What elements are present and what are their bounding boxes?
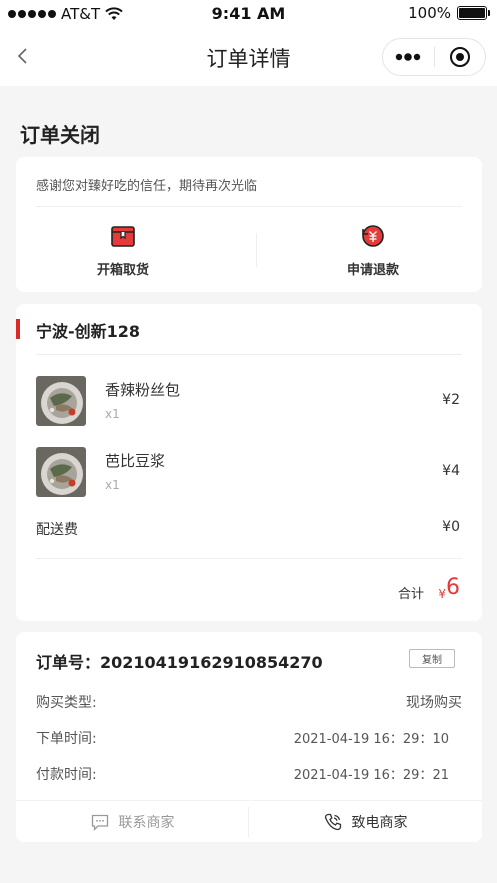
item-name: 芭比豆浆 bbox=[105, 452, 166, 470]
battery-percent: 100% bbox=[408, 4, 451, 22]
total-amount: 6 bbox=[446, 575, 460, 600]
purchase-type-value: 现场购买 bbox=[406, 695, 462, 711]
message-icon bbox=[91, 814, 108, 831]
target-circle-icon bbox=[449, 47, 470, 67]
divider bbox=[36, 354, 462, 355]
phone-icon bbox=[324, 813, 341, 831]
call-merchant-button[interactable]: 致电商家 bbox=[249, 801, 482, 843]
battery-icon bbox=[457, 6, 490, 20]
order-status-title: 订单关闭 bbox=[20, 123, 100, 147]
divider bbox=[36, 206, 462, 207]
delivery-fee-value: ¥0 bbox=[442, 519, 460, 535]
product-thumbnail bbox=[36, 376, 86, 426]
more-dots-icon bbox=[396, 53, 421, 61]
list-item: 芭比豆浆 x1 ¥4 bbox=[36, 447, 462, 499]
delivery-fee-label: 配送费 bbox=[36, 522, 78, 538]
open-box-pickup-label: 开箱取货 bbox=[96, 263, 149, 278]
item-name: 香辣粉丝包 bbox=[105, 381, 181, 399]
order-time-label: 下单时间: bbox=[36, 731, 97, 747]
refund-icon bbox=[362, 225, 384, 247]
list-item: 香辣粉丝包 x1 ¥2 bbox=[36, 376, 462, 428]
total-currency: ¥ bbox=[438, 587, 446, 601]
order-time-value: 2021-04-19 16：29：10 bbox=[293, 732, 449, 747]
box-icon bbox=[111, 226, 135, 247]
divider bbox=[36, 558, 462, 559]
item-quantity: x1 bbox=[105, 407, 120, 421]
contact-bar: 联系商家 致电商家 bbox=[16, 800, 482, 842]
navigation-bar: 订单详情 bbox=[0, 28, 497, 86]
item-price: ¥4 bbox=[442, 463, 460, 479]
product-thumbnail bbox=[36, 447, 86, 497]
item-quantity: x1 bbox=[105, 478, 120, 492]
action-divider bbox=[256, 233, 257, 267]
contact-merchant-button[interactable]: 联系商家 bbox=[16, 801, 249, 843]
purchase-type-label: 购买类型: bbox=[36, 695, 97, 711]
contact-merchant-label: 联系商家 bbox=[118, 815, 175, 831]
payment-time-label: 付款时间: bbox=[36, 767, 97, 783]
store-accent-bar bbox=[16, 319, 20, 339]
item-price: ¥2 bbox=[442, 392, 460, 408]
order-number: 订单号：20210419162910854270 bbox=[36, 653, 323, 672]
order-info-card: 订单号：20210419162910854270 复制 购买类型: 现场购买 下… bbox=[16, 632, 482, 842]
more-menu-button[interactable] bbox=[383, 39, 434, 75]
copy-button[interactable]: 复制 bbox=[409, 649, 455, 668]
status-card: 感谢您对臻好吃的信任，期待再次光临 开箱取货 申请退款 bbox=[16, 157, 482, 292]
close-program-button[interactable] bbox=[434, 39, 485, 75]
request-refund-button[interactable]: 申请退款 bbox=[273, 223, 473, 278]
battery-info: 100% bbox=[408, 4, 490, 22]
mini-program-capsule bbox=[382, 38, 486, 76]
open-box-pickup-button[interactable]: 开箱取货 bbox=[23, 223, 223, 278]
status-bar: AT&T 9:41 AM 100% bbox=[0, 0, 497, 28]
store-name: 宁波-创新128 bbox=[36, 322, 141, 341]
total-label: 合计 bbox=[397, 587, 424, 602]
call-merchant-label: 致电商家 bbox=[351, 815, 408, 831]
order-items-card: 宁波-创新128 香辣粉丝包 x1 ¥2 芭比豆浆 x1 ¥4 配送费 ¥0 合… bbox=[16, 304, 482, 621]
thanks-message: 感谢您对臻好吃的信任，期待再次光临 bbox=[36, 179, 258, 194]
request-refund-label: 申请退款 bbox=[346, 263, 399, 278]
payment-time-value: 2021-04-19 16：29：21 bbox=[293, 768, 449, 783]
